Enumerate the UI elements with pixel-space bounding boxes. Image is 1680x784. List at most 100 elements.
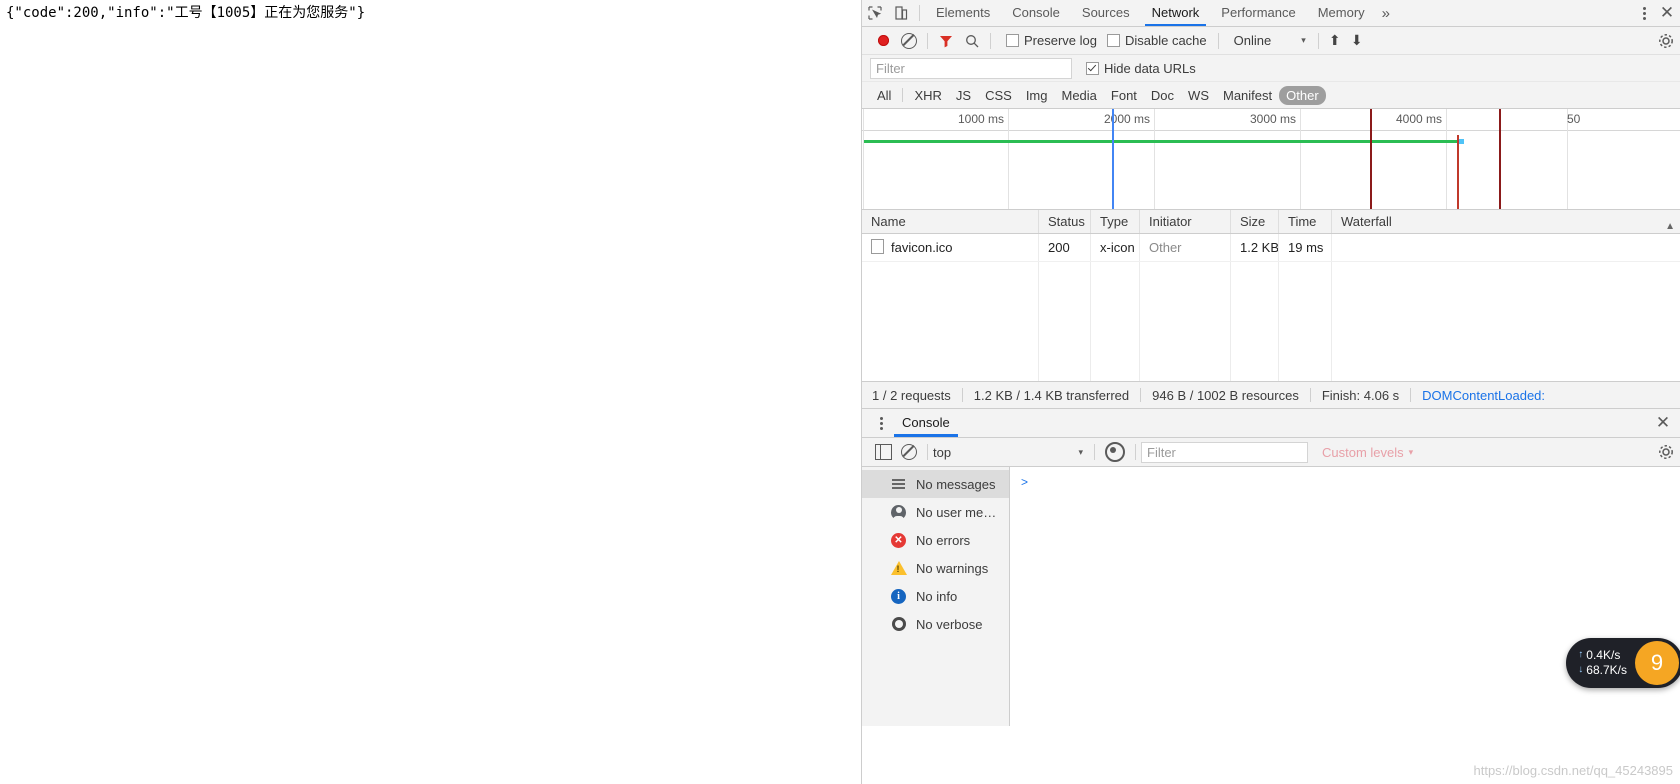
console-message-area[interactable]: > <box>1010 467 1680 726</box>
list-icon <box>890 479 907 489</box>
toolbar-divider-3 <box>1217 32 1219 49</box>
status-divider <box>1309 388 1311 402</box>
column-header-initiator[interactable]: Initiator <box>1140 210 1231 233</box>
console-sidebar-toggle-icon[interactable] <box>870 440 896 464</box>
console-sidebar-item-errors[interactable]: ✕ No errors <box>862 526 1009 554</box>
main-menu-icon[interactable] <box>1633 1 1655 25</box>
tab-performance[interactable]: Performance <box>1210 0 1306 26</box>
grid-column <box>1039 262 1091 381</box>
live-expression-icon[interactable] <box>1100 440 1130 464</box>
column-header-waterfall[interactable]: Waterfall ▲ <box>1332 210 1680 233</box>
console-toolbar: top ▾ Custom levels ▾ <box>862 438 1680 467</box>
cell-name[interactable]: favicon.ico <box>862 234 1039 261</box>
status-resources: 946 B / 1002 B resources <box>1152 387 1299 403</box>
drawer-tabbar: Console ✕ <box>862 409 1680 438</box>
close-drawer-icon[interactable]: ✕ <box>1651 411 1675 435</box>
type-filter-font[interactable]: Font <box>1104 86 1144 105</box>
watermark-url: https://blog.csdn.net/qq_45243895 <box>1473 763 1674 778</box>
import-har-icon[interactable]: ⬆ <box>1324 30 1346 52</box>
status-divider <box>961 388 963 402</box>
console-context-selector[interactable]: top ▾ <box>933 445 1089 460</box>
tab-memory[interactable]: Memory <box>1307 0 1376 26</box>
table-row[interactable]: favicon.ico 200 x-icon Other 1.2 KB 19 m… <box>862 234 1680 262</box>
type-filter-other[interactable]: Other <box>1279 85 1326 105</box>
tab-console[interactable]: Console <box>1001 0 1071 26</box>
column-header-size[interactable]: Size <box>1231 210 1279 233</box>
drawer-tab-console[interactable]: Console <box>892 409 960 437</box>
network-status-bar: 1 / 2 requests 1.2 KB / 1.4 KB transferr… <box>862 381 1680 409</box>
network-overview-timeline[interactable]: 1000 ms 2000 ms 3000 ms 4000 ms 50 <box>862 109 1680 210</box>
toggle-device-toolbar-icon[interactable] <box>888 1 914 25</box>
chevron-down-icon: ▾ <box>1408 446 1414 457</box>
overview-tick-3000: 3000 ms <box>1249 112 1296 126</box>
type-filter-js[interactable]: JS <box>949 86 978 105</box>
info-icon: i <box>890 588 907 604</box>
record-button[interactable] <box>870 29 896 53</box>
console-sidebar-item-info[interactable]: i No info <box>862 582 1009 610</box>
console-settings-icon[interactable] <box>1658 444 1674 463</box>
hide-data-urls-box[interactable] <box>1086 61 1099 75</box>
type-filter-media[interactable]: Media <box>1054 86 1103 105</box>
console-sidebar-label: No user me… <box>916 504 997 520</box>
chevron-down-icon: ▾ <box>1301 35 1306 45</box>
preserve-log-box[interactable] <box>1006 34 1019 47</box>
network-settings-icon[interactable] <box>1658 33 1674 52</box>
chevron-down-icon: ▾ <box>1078 446 1083 457</box>
overview-tick-1000: 1000 ms <box>957 112 1004 126</box>
console-log-levels-dropdown[interactable]: Custom levels ▾ <box>1322 445 1413 460</box>
inspect-element-icon[interactable] <box>862 1 888 25</box>
disable-cache-checkbox[interactable]: Disable cache <box>1106 33 1207 48</box>
overview-selection-box[interactable] <box>1370 109 1501 209</box>
tab-network[interactable]: Network <box>1141 0 1211 26</box>
throttling-dropdown[interactable]: Online ▾ <box>1234 33 1306 48</box>
tab-elements[interactable]: Elements <box>925 0 1001 26</box>
more-tabs-icon[interactable]: » <box>1376 5 1396 22</box>
type-filter-manifest[interactable]: Manifest <box>1216 86 1279 105</box>
type-filter-all[interactable]: All <box>870 86 898 105</box>
column-header-type[interactable]: Type <box>1091 210 1140 233</box>
type-filter-img[interactable]: Img <box>1019 86 1055 105</box>
export-har-icon[interactable]: ⬇ <box>1346 30 1368 52</box>
hide-data-urls-checkbox[interactable]: Hide data URLs <box>1086 61 1196 76</box>
overview-gridline <box>1300 109 1301 209</box>
type-filter-css[interactable]: CSS <box>978 86 1019 105</box>
grid-column <box>1231 262 1279 381</box>
arrow-up-icon: ↑ <box>1578 649 1584 661</box>
column-header-name[interactable]: Name <box>862 210 1039 233</box>
clear-network-button[interactable] <box>896 29 922 53</box>
type-filter-xhr[interactable]: XHR <box>907 86 948 105</box>
requests-table: Name Status Type Initiator Size Time Wat… <box>862 210 1680 381</box>
throttling-value: Online <box>1233 33 1272 48</box>
tab-sources[interactable]: Sources <box>1071 0 1141 26</box>
console-filter-input[interactable] <box>1141 441 1308 463</box>
console-sidebar-item-messages[interactable]: No messages <box>862 470 1009 498</box>
disable-cache-box[interactable] <box>1106 34 1120 47</box>
resource-type-filters: All XHR JS CSS Img Media Font Doc WS Man… <box>862 82 1680 109</box>
sort-ascending-icon: ▲ <box>1665 221 1675 232</box>
type-filter-ws[interactable]: WS <box>1181 86 1216 105</box>
cell-name-label: favicon.ico <box>891 240 953 255</box>
file-icon <box>871 239 884 254</box>
preserve-log-checkbox[interactable]: Preserve log <box>1006 33 1097 48</box>
requests-table-empty-area <box>862 262 1680 381</box>
network-speed-widget[interactable]: ↑ 0.4K/s ↓ 68.7K/s 9 <box>1566 638 1680 688</box>
overview-blue-event-line <box>1112 109 1114 209</box>
network-toolbar: Preserve log Disable cache Online ▾ ⬆ ⬇ <box>862 27 1680 55</box>
console-sidebar-item-warnings[interactable]: No warnings <box>862 554 1009 582</box>
column-header-time[interactable]: Time <box>1279 210 1332 233</box>
search-icon[interactable] <box>959 29 985 53</box>
error-icon: ✕ <box>890 532 907 548</box>
network-filter-input[interactable] <box>870 57 1072 79</box>
column-header-waterfall-label: Waterfall <box>1341 214 1392 229</box>
drawer-more-options-icon[interactable] <box>870 411 892 435</box>
table-grid-lines <box>862 262 1680 381</box>
clear-console-icon[interactable] <box>896 440 922 464</box>
console-sidebar-item-user-messages[interactable]: No user me… <box>862 498 1009 526</box>
console-sidebar-label: No errors <box>916 532 971 548</box>
type-filter-doc[interactable]: Doc <box>1144 86 1181 105</box>
console-sidebar-item-verbose[interactable]: No verbose <box>862 610 1009 638</box>
filter-toggle-icon[interactable] <box>933 29 959 53</box>
speed-badge[interactable]: 9 <box>1635 641 1679 685</box>
column-header-status[interactable]: Status <box>1039 210 1091 233</box>
close-devtools-icon[interactable]: ✕ <box>1655 1 1679 25</box>
